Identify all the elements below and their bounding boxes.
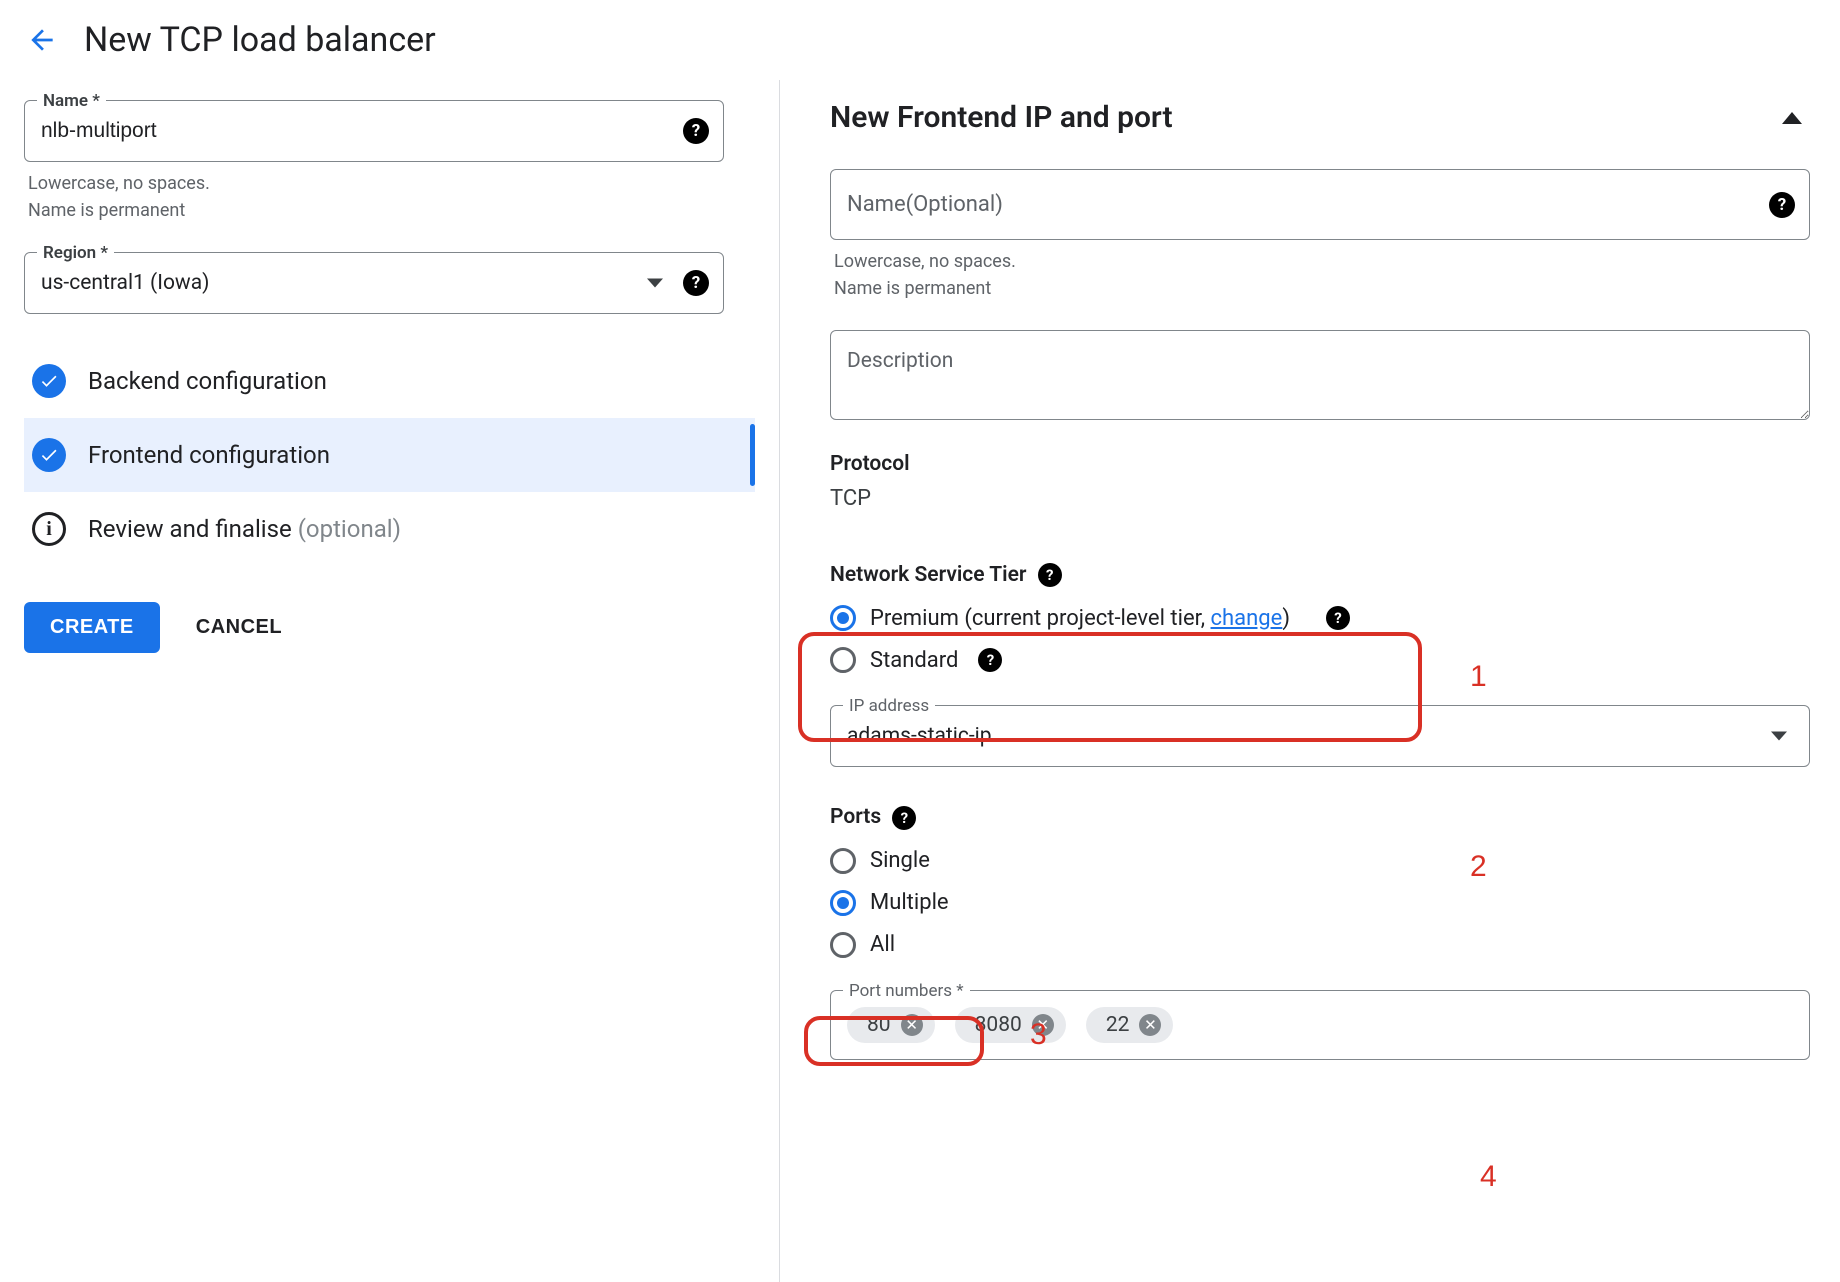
change-tier-link[interactable]: change [1211,606,1283,631]
cancel-button[interactable]: CANCEL [196,616,282,639]
ip-label: IP address [843,696,935,716]
radio-all[interactable] [830,932,856,958]
ports-all-row[interactable]: All [830,924,1810,966]
port-numbers-field: Port numbers * 80 ✕ 8080 ✕ 22 ✕ [830,990,1810,1060]
page-header: New TCP load balancer [0,0,1840,80]
tier-standard-label: Standard [870,648,958,673]
step-frontend[interactable]: Frontend configuration [24,418,755,492]
collapse-toggle[interactable] [1774,104,1810,132]
info-icon: i [32,512,66,546]
tier-standard-row[interactable]: Standard ? [830,639,1810,681]
fe-name-hint: Lowercase, no spaces. Name is permanent [834,248,1806,302]
left-panel: Name * ? Lowercase, no spaces. Name is p… [0,80,780,1282]
step-backend[interactable]: Backend configuration [24,344,755,418]
ports-single-row[interactable]: Single [830,840,1810,882]
step-review[interactable]: i Review and finalise (optional) [24,492,755,566]
ports-single-label: Single [870,848,930,873]
tier-premium-row[interactable]: Premium (current project-level tier, cha… [830,597,1810,639]
port-chip-row[interactable]: 80 ✕ 8080 ✕ 22 ✕ [847,1003,1793,1047]
ports-label: Ports ? [830,805,1810,829]
chevron-up-icon [1782,112,1802,124]
region-field: Region * us-central1 (Iowa) ? [24,252,724,314]
remove-chip-icon[interactable]: ✕ [1139,1014,1161,1036]
annotation-number-4: 4 [1480,1160,1497,1194]
right-panel-title: New Frontend IP and port [830,100,1173,135]
ports-all-label: All [870,932,895,957]
check-circle-icon [32,364,66,398]
help-icon[interactable]: ? [1769,192,1795,218]
radio-multiple[interactable] [830,890,856,916]
help-icon[interactable]: ? [978,648,1002,672]
radio-standard[interactable] [830,647,856,673]
chevron-down-icon [647,279,663,288]
steps-list: Backend configuration Frontend configura… [24,344,755,566]
port-chip: 80 ✕ [847,1007,935,1043]
page-title: New TCP load balancer [84,20,436,60]
region-select[interactable]: us-central1 (Iowa) [41,271,667,295]
remove-chip-icon[interactable]: ✕ [1032,1014,1054,1036]
protocol-value: TCP [830,486,1810,511]
network-tier-label: Network Service Tier ? [830,563,1062,587]
chevron-down-icon [1771,732,1787,741]
name-label: Name * [37,91,106,111]
help-icon[interactable]: ? [892,806,916,830]
help-icon[interactable]: ? [683,118,709,144]
description-textarea[interactable] [830,330,1810,420]
right-panel: New Frontend IP and port Name(Optional) … [780,80,1840,1282]
back-arrow-icon[interactable] [24,22,60,58]
port-chip: 22 ✕ [1086,1007,1174,1043]
create-button[interactable]: CREATE [24,602,160,653]
region-label: Region * [37,243,114,263]
radio-premium[interactable] [830,605,856,631]
protocol-label: Protocol [830,452,1810,476]
port-numbers-label: Port numbers * [843,981,970,1001]
name-hint: Lowercase, no spaces. Name is permanent [28,170,751,224]
ports-multiple-label: Multiple [870,890,949,915]
remove-chip-icon[interactable]: ✕ [901,1014,923,1036]
step-label: Review and finalise (optional) [88,515,401,543]
help-icon[interactable]: ? [1326,606,1350,630]
check-circle-icon [32,438,66,472]
help-icon[interactable]: ? [1038,563,1062,587]
port-chip: 8080 ✕ [955,1007,1066,1043]
step-label: Backend configuration [88,367,327,395]
tier-premium-label: Premium (current project-level tier, cha… [870,606,1290,631]
ip-select[interactable]: adams-static-ip [847,724,1753,748]
step-label: Frontend configuration [88,441,330,469]
name-field: Name * ? [24,100,724,162]
radio-single[interactable] [830,848,856,874]
ip-address-field: IP address adams-static-ip [830,705,1810,767]
fe-name-field: Name(Optional) ? [830,169,1810,240]
name-input[interactable] [41,119,667,143]
help-icon[interactable]: ? [683,270,709,296]
ports-multiple-row[interactable]: Multiple [830,882,1810,924]
